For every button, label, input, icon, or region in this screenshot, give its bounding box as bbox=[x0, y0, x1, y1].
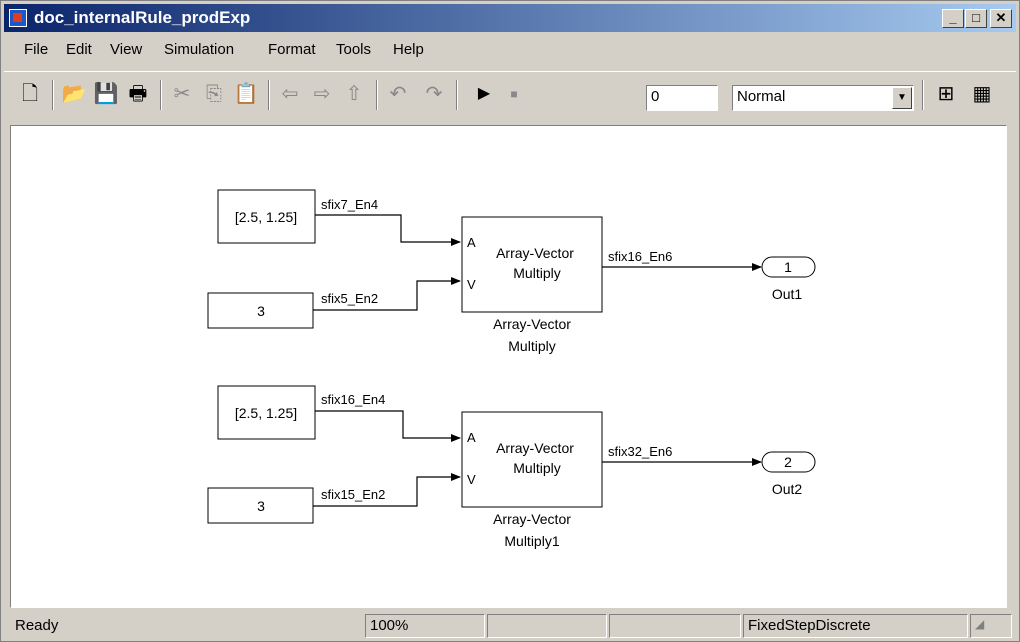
signal-label-1: sfix7_En4 bbox=[321, 197, 378, 212]
simulink-window: doc_internalRule_prodExp _ □ ✕ File Edit… bbox=[0, 0, 1020, 642]
constant-block-4-value: 3 bbox=[257, 498, 265, 514]
status-solver: FixedStepDiscrete bbox=[743, 614, 968, 638]
toolbar-separator bbox=[376, 80, 378, 110]
block-1-port-a: A bbox=[467, 235, 476, 250]
model-canvas[interactable]: [2.5, 1.25] 3 [2.5, 1.25] 3 A V Array-Ve… bbox=[10, 125, 1007, 608]
redo-icon[interactable]: ↷ bbox=[420, 80, 448, 108]
new-model-icon[interactable]: 🗋 bbox=[16, 80, 44, 108]
block-1-name-line2: Multiply bbox=[508, 338, 555, 354]
block-1-label-line1: Array-Vector bbox=[496, 245, 574, 261]
paste-icon[interactable]: 📋 bbox=[232, 80, 260, 108]
block-diagram: [2.5, 1.25] 3 [2.5, 1.25] 3 A V Array-Ve… bbox=[207, 189, 816, 549]
toolbar-separator bbox=[268, 80, 270, 110]
status-empty-1 bbox=[487, 614, 607, 638]
start-simulation-icon[interactable]: ▶ bbox=[470, 80, 498, 108]
toolbar-separator bbox=[52, 80, 54, 110]
block-1-port-v: V bbox=[467, 277, 476, 292]
toolbar-separator bbox=[160, 80, 162, 110]
signal-label-5: sfix15_En2 bbox=[321, 487, 385, 502]
block-2-port-v: V bbox=[467, 472, 476, 487]
library-browser-icon[interactable]: ▦ bbox=[968, 80, 996, 108]
window-title: doc_internalRule_prodExp bbox=[34, 8, 251, 27]
toolbar-separator bbox=[456, 80, 458, 110]
menu-simulation[interactable]: Simulation bbox=[164, 41, 234, 58]
outport-2-number: 2 bbox=[784, 454, 792, 470]
forward-icon[interactable]: ⇨ bbox=[308, 80, 336, 108]
cut-icon[interactable]: ✂ bbox=[168, 80, 196, 108]
menu-format[interactable]: Format bbox=[268, 41, 316, 58]
status-bar: Ready 100% FixedStepDiscrete ◢ bbox=[4, 612, 1016, 640]
signal-label-4: sfix16_En4 bbox=[321, 392, 385, 407]
menu-file[interactable]: File bbox=[24, 41, 48, 58]
back-icon[interactable]: ⇦ bbox=[276, 80, 304, 108]
status-ready: Ready bbox=[15, 617, 59, 634]
constant-block-1-value: [2.5, 1.25] bbox=[235, 209, 297, 225]
copy-icon[interactable]: ⎘ bbox=[200, 80, 228, 108]
signal-label-3: sfix16_En6 bbox=[608, 249, 672, 264]
open-icon[interactable]: 📂 bbox=[60, 80, 88, 108]
outport-2-name: Out2 bbox=[772, 481, 803, 497]
block-2-name-line2: Multiply1 bbox=[504, 533, 559, 549]
menu-tools[interactable]: Tools bbox=[336, 41, 371, 58]
up-icon[interactable]: ⇧ bbox=[340, 80, 368, 108]
title-bar[interactable]: doc_internalRule_prodExp _ □ ✕ bbox=[4, 4, 1016, 32]
maximize-button[interactable]: □ bbox=[965, 9, 987, 28]
outport-1-name: Out1 bbox=[772, 286, 803, 302]
status-zoom: 100% bbox=[365, 614, 485, 638]
print-icon[interactable]: 🖶 bbox=[124, 80, 152, 108]
stop-simulation-icon[interactable]: ■ bbox=[500, 80, 528, 108]
signal-line-4[interactable] bbox=[315, 410, 461, 442]
undo-icon[interactable]: ↶ bbox=[384, 80, 412, 108]
simulation-mode-select[interactable]: Normal ▼ bbox=[732, 85, 914, 111]
build-icon[interactable]: ⊞ bbox=[932, 80, 960, 108]
chevron-down-icon[interactable]: ▼ bbox=[892, 87, 912, 109]
minimize-button[interactable]: _ bbox=[942, 9, 964, 28]
block-2-name-line1: Array-Vector bbox=[493, 511, 571, 527]
stop-time-input[interactable]: 0 bbox=[646, 85, 718, 111]
simulation-mode-value: Normal bbox=[737, 88, 786, 105]
simulink-app-icon bbox=[9, 9, 27, 27]
block-2-label-line2: Multiply bbox=[513, 460, 560, 476]
outport-1-number: 1 bbox=[784, 259, 792, 275]
block-1-name-line1: Array-Vector bbox=[493, 316, 571, 332]
signal-label-6: sfix32_En6 bbox=[608, 444, 672, 459]
block-1-label-line2: Multiply bbox=[513, 265, 560, 281]
menu-bar: File Edit View Simulation Format Tools H… bbox=[4, 35, 1016, 65]
toolbar-separator bbox=[922, 80, 924, 110]
menu-help[interactable]: Help bbox=[393, 41, 424, 58]
signal-label-2: sfix5_En2 bbox=[321, 291, 378, 306]
constant-block-2-value: 3 bbox=[257, 303, 265, 319]
menu-edit[interactable]: Edit bbox=[66, 41, 92, 58]
close-button[interactable]: ✕ bbox=[990, 9, 1012, 28]
resize-grip-icon[interactable]: ◢ bbox=[970, 614, 1012, 638]
status-empty-2 bbox=[609, 614, 741, 638]
block-2-port-a: A bbox=[467, 430, 476, 445]
menu-view[interactable]: View bbox=[110, 41, 142, 58]
constant-block-3-value: [2.5, 1.25] bbox=[235, 405, 297, 421]
signal-line-1[interactable] bbox=[315, 214, 461, 246]
save-icon[interactable]: 💾 bbox=[92, 80, 120, 108]
block-2-label-line1: Array-Vector bbox=[496, 440, 574, 456]
